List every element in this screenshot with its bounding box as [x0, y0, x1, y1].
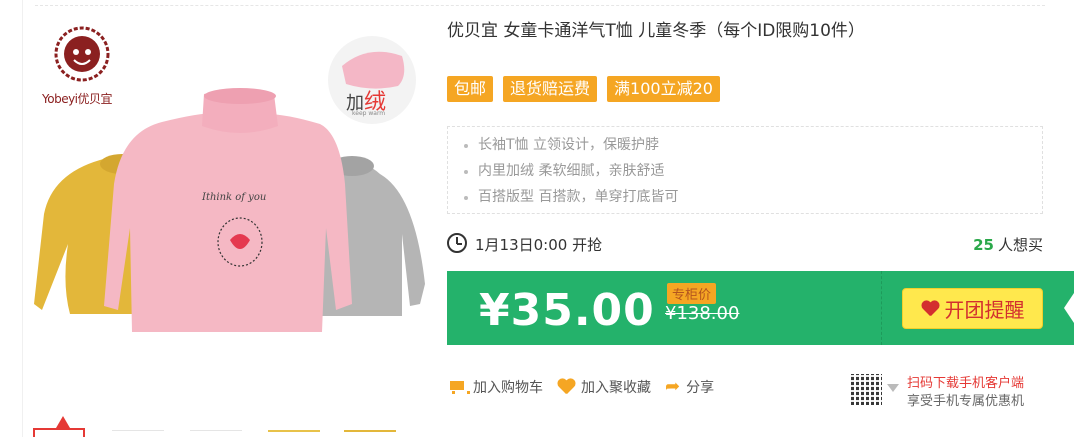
- thumbnail-2[interactable]: [112, 430, 164, 437]
- pink-sweater: Ithink of you: [104, 88, 352, 332]
- thumbnail-5[interactable]: [344, 430, 396, 437]
- next-arrow-icon[interactable]: [1064, 293, 1074, 323]
- tag-discount: 满100立减20: [607, 76, 720, 102]
- original-price: ¥138.00: [665, 303, 740, 324]
- original-price-label: 专柜价: [667, 283, 717, 304]
- qr-code-pattern: [851, 374, 882, 405]
- want-count: 25 人想买: [973, 234, 1043, 255]
- add-to-favorites-button[interactable]: 加入聚收藏: [557, 377, 651, 397]
- want-count-number: 25: [973, 236, 994, 254]
- cart-icon: [447, 378, 470, 396]
- add-to-cart-label: 加入购物车: [473, 380, 543, 396]
- shirt-print-text: Ithink of you: [201, 192, 266, 203]
- thumbnail-strip: [30, 416, 435, 437]
- share-button[interactable]: ➦ 分享: [665, 377, 714, 397]
- selected-thumb-indicator: [56, 416, 70, 428]
- thumbnail-3[interactable]: [190, 430, 242, 437]
- feature-list: 长袖T恤 立领设计，保暖护脖 内里加绒 柔软细腻，亲肤舒适 百搭版型 百搭款，单…: [447, 126, 1043, 214]
- product-title: 优贝宜 女童卡通洋气T恤 儿童冬季（每个ID限购10件）: [447, 21, 865, 41]
- sale-timeline: 1月13日0:00 开抢 25 人想买: [447, 232, 1043, 256]
- thumbnail-1[interactable]: [33, 428, 85, 437]
- heart-icon: [557, 379, 575, 395]
- want-count-label: 人想买: [997, 236, 1043, 254]
- sale-start-time: 1月13日0:00 开抢: [475, 236, 603, 254]
- price-bar: ¥35.00 专柜价 ¥138.00 开团提醒: [447, 271, 1074, 345]
- add-to-favorites-label: 加入聚收藏: [581, 380, 651, 396]
- chevron-down-icon[interactable]: [887, 384, 899, 392]
- fleece-badge: 加绒 keep warm: [328, 36, 416, 124]
- share-icon: ➦: [665, 376, 681, 397]
- badge-sub-text: keep warm: [352, 110, 386, 117]
- promo-tags: 包邮 退货赔运费 满100立减20: [447, 76, 720, 102]
- share-label: 分享: [686, 380, 715, 396]
- feature-item: 内里加绒 柔软细腻，亲肤舒适: [458, 158, 1042, 184]
- brand-logo-text: Yobeyi优贝宜: [42, 92, 113, 106]
- clock-icon: [447, 233, 467, 253]
- feature-item: 长袖T恤 立领设计，保暖护脖: [458, 132, 1042, 158]
- tag-return-shipping: 退货赔运费: [503, 76, 598, 102]
- app-promo-line1[interactable]: 扫码下载手机客户端: [907, 372, 1024, 391]
- action-row: 加入购物车 加入聚收藏 ➦ 分享: [447, 377, 714, 397]
- product-image[interactable]: Ithink of you Yobeyi优贝宜 加绒 keep warm: [30, 14, 435, 409]
- top-divider: [35, 0, 1045, 6]
- remind-button[interactable]: 开团提醒: [902, 288, 1043, 329]
- page-left-border: [22, 0, 23, 437]
- current-price: ¥35.00: [479, 285, 655, 336]
- price-bar-divider: [881, 271, 882, 345]
- remind-button-label: 开团提醒: [944, 298, 1025, 322]
- heart-icon: [921, 301, 939, 317]
- brand-logo: Yobeyi优贝宜: [36, 24, 126, 114]
- tag-free-shipping: 包邮: [447, 76, 494, 102]
- app-promo-line2: 享受手机专属优惠机: [907, 394, 1025, 409]
- feature-item: 百搭版型 百搭款，单穿打底皆可: [458, 184, 1042, 210]
- thumbnail-4[interactable]: [268, 430, 320, 437]
- add-to-cart-button[interactable]: 加入购物车: [447, 377, 543, 397]
